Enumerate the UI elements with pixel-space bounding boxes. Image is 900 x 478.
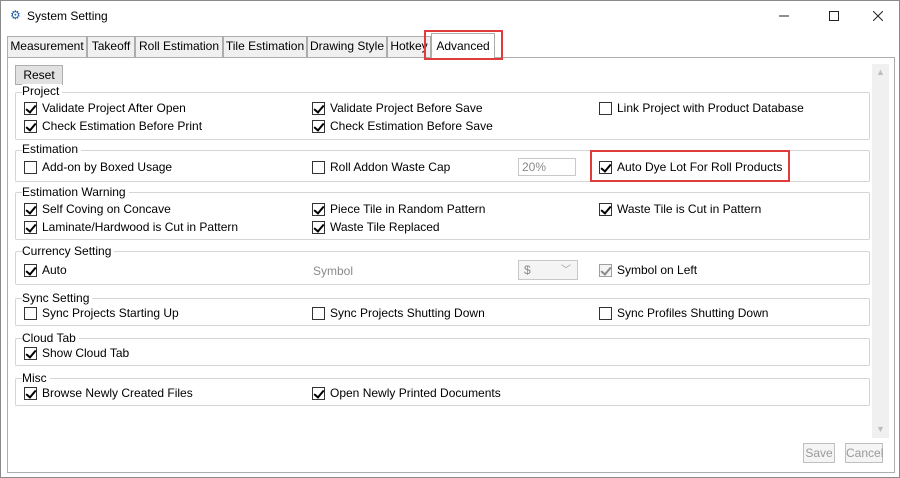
close-icon xyxy=(872,10,884,22)
waste-tile-replaced-checkbox[interactable]: Waste Tile Replaced xyxy=(312,219,440,235)
cancel-button[interactable]: Cancel xyxy=(845,443,883,463)
minimize-button[interactable] xyxy=(761,1,807,31)
scroll-down-icon[interactable]: ▼ xyxy=(872,421,889,438)
checkbox[interactable] xyxy=(312,160,325,174)
misc-group-title: Misc xyxy=(22,371,50,385)
close-button[interactable] xyxy=(855,1,900,31)
checkbox[interactable] xyxy=(24,306,37,320)
symbol-label: Symbol xyxy=(313,264,354,278)
tab-drawing-style[interactable]: Drawing Style xyxy=(307,36,387,57)
checkbox[interactable] xyxy=(599,306,612,320)
checkbox[interactable] xyxy=(312,202,325,216)
symbol-on-left-checkbox[interactable]: Symbol on Left xyxy=(599,262,697,278)
checkbox[interactable] xyxy=(24,119,37,133)
save-button[interactable]: Save xyxy=(803,443,835,463)
checkbox[interactable] xyxy=(599,263,612,277)
gear-icon: ⚙ xyxy=(10,8,21,22)
open-printed-documents-checkbox[interactable]: Open Newly Printed Documents xyxy=(312,385,501,401)
check-before-print-checkbox[interactable]: Check Estimation Before Print xyxy=(24,118,202,134)
auto-dye-lot-highlight xyxy=(590,150,790,182)
waste-cap-input[interactable]: 20% xyxy=(518,158,576,176)
symbol-select[interactable]: $ ﹀ xyxy=(518,260,578,280)
check-before-save-checkbox[interactable]: Check Estimation Before Save xyxy=(312,118,493,134)
sync-profiles-shutting-down-checkbox[interactable]: Sync Profiles Shutting Down xyxy=(599,305,768,321)
waste-tile-cut-checkbox[interactable]: Waste Tile is Cut in Pattern xyxy=(599,201,761,217)
checkbox[interactable] xyxy=(312,119,325,133)
checkbox[interactable] xyxy=(24,160,37,174)
addon-boxed-usage-checkbox[interactable]: Add-on by Boxed Usage xyxy=(24,159,172,175)
show-cloud-tab-checkbox[interactable]: Show Cloud Tab xyxy=(24,345,129,361)
tab-roll-estimation[interactable]: Roll Estimation xyxy=(135,36,223,57)
checkbox[interactable] xyxy=(312,101,325,115)
checkbox[interactable] xyxy=(24,101,37,115)
currency-group-title: Currency Setting xyxy=(22,244,115,258)
cloud-tab-group xyxy=(15,338,870,366)
browse-created-files-checkbox[interactable]: Browse Newly Created Files xyxy=(24,385,193,401)
checkbox[interactable] xyxy=(312,306,325,320)
sync-projects-shutting-down-checkbox[interactable]: Sync Projects Shutting Down xyxy=(312,305,485,321)
link-product-database-checkbox[interactable]: Link Project with Product Database xyxy=(599,100,804,116)
tab-measurement[interactable]: Measurement xyxy=(7,36,87,57)
checkbox[interactable] xyxy=(24,346,37,360)
checkbox[interactable] xyxy=(24,220,37,234)
checkbox[interactable] xyxy=(599,101,612,115)
minimize-icon xyxy=(779,15,789,17)
system-setting-window: ⚙ System Setting Measurement Takeoff Rol… xyxy=(0,0,900,478)
project-group-title: Project xyxy=(22,84,63,98)
maximize-button[interactable] xyxy=(811,1,857,31)
estimation-group-title: Estimation xyxy=(22,142,82,156)
sync-group-title: Sync Setting xyxy=(22,291,93,305)
advanced-panel: Reset All ▲ ▼ Project Validate Project A… xyxy=(7,57,895,473)
chevron-down-icon: ﹀ xyxy=(561,265,571,276)
estimation-warning-title: Estimation Warning xyxy=(22,185,129,199)
advanced-tab-highlight xyxy=(424,30,503,60)
window-title: System Setting xyxy=(27,9,108,23)
checkbox[interactable] xyxy=(312,220,325,234)
scroll-up-icon[interactable]: ▲ xyxy=(872,64,889,81)
checkbox[interactable] xyxy=(24,263,37,277)
maximize-icon xyxy=(829,11,839,21)
self-coving-checkbox[interactable]: Self Coving on Concave xyxy=(24,201,171,217)
checkbox[interactable] xyxy=(24,386,37,400)
reset-all-button[interactable]: Reset All xyxy=(15,65,63,100)
validate-before-save-checkbox[interactable]: Validate Project Before Save xyxy=(312,100,483,116)
title-bar: ⚙ System Setting xyxy=(1,1,899,31)
validate-after-open-checkbox[interactable]: Validate Project After Open xyxy=(24,100,186,116)
checkbox[interactable] xyxy=(599,202,612,216)
sync-starting-up-checkbox[interactable]: Sync Projects Starting Up xyxy=(24,305,179,321)
currency-group xyxy=(15,251,870,285)
tab-tile-estimation[interactable]: Tile Estimation xyxy=(223,36,307,57)
vertical-scrollbar[interactable]: ▲ ▼ xyxy=(872,64,889,438)
checkbox[interactable] xyxy=(312,386,325,400)
checkbox[interactable] xyxy=(24,202,37,216)
cloud-tab-title: Cloud Tab xyxy=(22,331,79,345)
piece-tile-random-checkbox[interactable]: Piece Tile in Random Pattern xyxy=(312,201,485,217)
laminate-cut-checkbox[interactable]: Laminate/Hardwood is Cut in Pattern xyxy=(24,219,238,235)
roll-addon-waste-cap-checkbox[interactable]: Roll Addon Waste Cap xyxy=(312,159,450,175)
tab-takeoff[interactable]: Takeoff xyxy=(87,36,135,57)
currency-auto-checkbox[interactable]: Auto xyxy=(24,262,67,278)
